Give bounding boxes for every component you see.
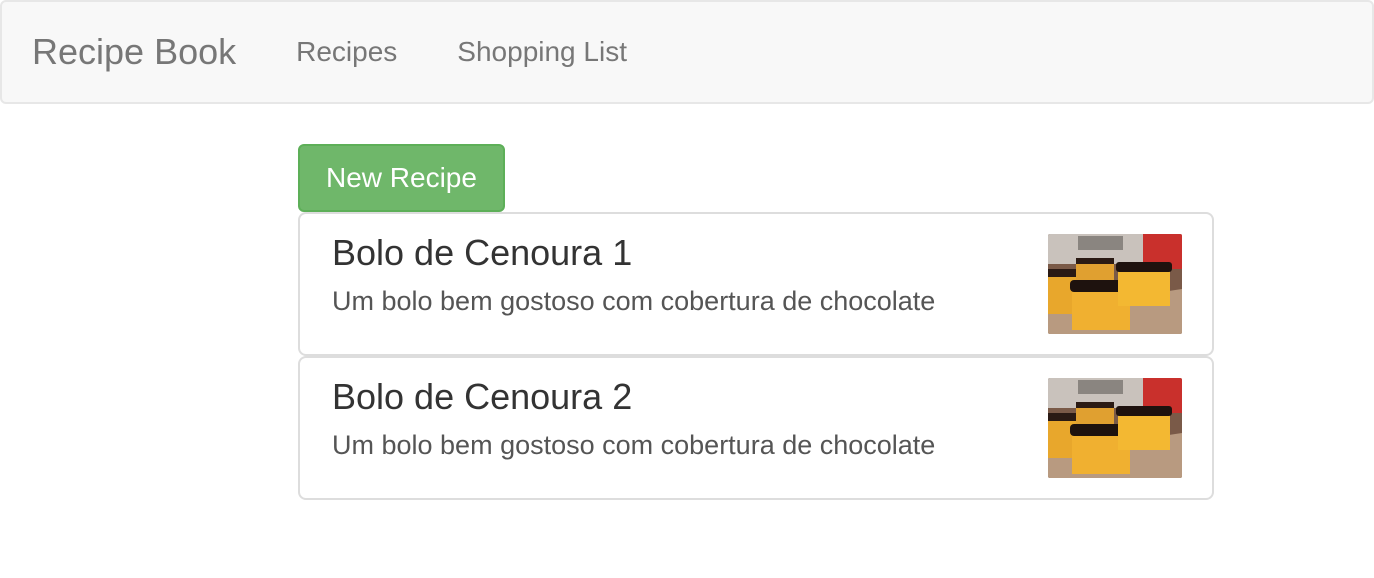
recipe-list: Bolo de Cenoura 1 Um bolo bem gostoso co… xyxy=(298,212,1214,500)
nav-link-recipes[interactable]: Recipes xyxy=(296,36,397,68)
recipe-image xyxy=(1048,234,1182,334)
new-recipe-button[interactable]: New Recipe xyxy=(298,144,505,212)
navbar: Recipe Book Recipes Shopping List xyxy=(0,0,1374,104)
recipe-list-panel: New Recipe Bolo de Cenoura 1 Um bolo bem… xyxy=(298,144,1214,500)
recipe-title: Bolo de Cenoura 2 xyxy=(332,376,633,417)
carrot-cake-image xyxy=(1048,378,1182,478)
nav-link-shopping-list[interactable]: Shopping List xyxy=(457,36,627,68)
carrot-cake-image xyxy=(1048,234,1182,334)
recipe-description: Um bolo bem gostoso com cobertura de cho… xyxy=(332,430,936,460)
brand-link[interactable]: Recipe Book xyxy=(32,31,236,73)
recipe-image xyxy=(1048,378,1182,478)
recipe-list-item[interactable]: Bolo de Cenoura 2 Um bolo bem gostoso co… xyxy=(298,356,1214,500)
recipe-title: Bolo de Cenoura 1 xyxy=(332,232,633,273)
recipe-description: Um bolo bem gostoso com cobertura de cho… xyxy=(332,286,936,316)
recipe-list-item[interactable]: Bolo de Cenoura 1 Um bolo bem gostoso co… xyxy=(298,212,1214,356)
